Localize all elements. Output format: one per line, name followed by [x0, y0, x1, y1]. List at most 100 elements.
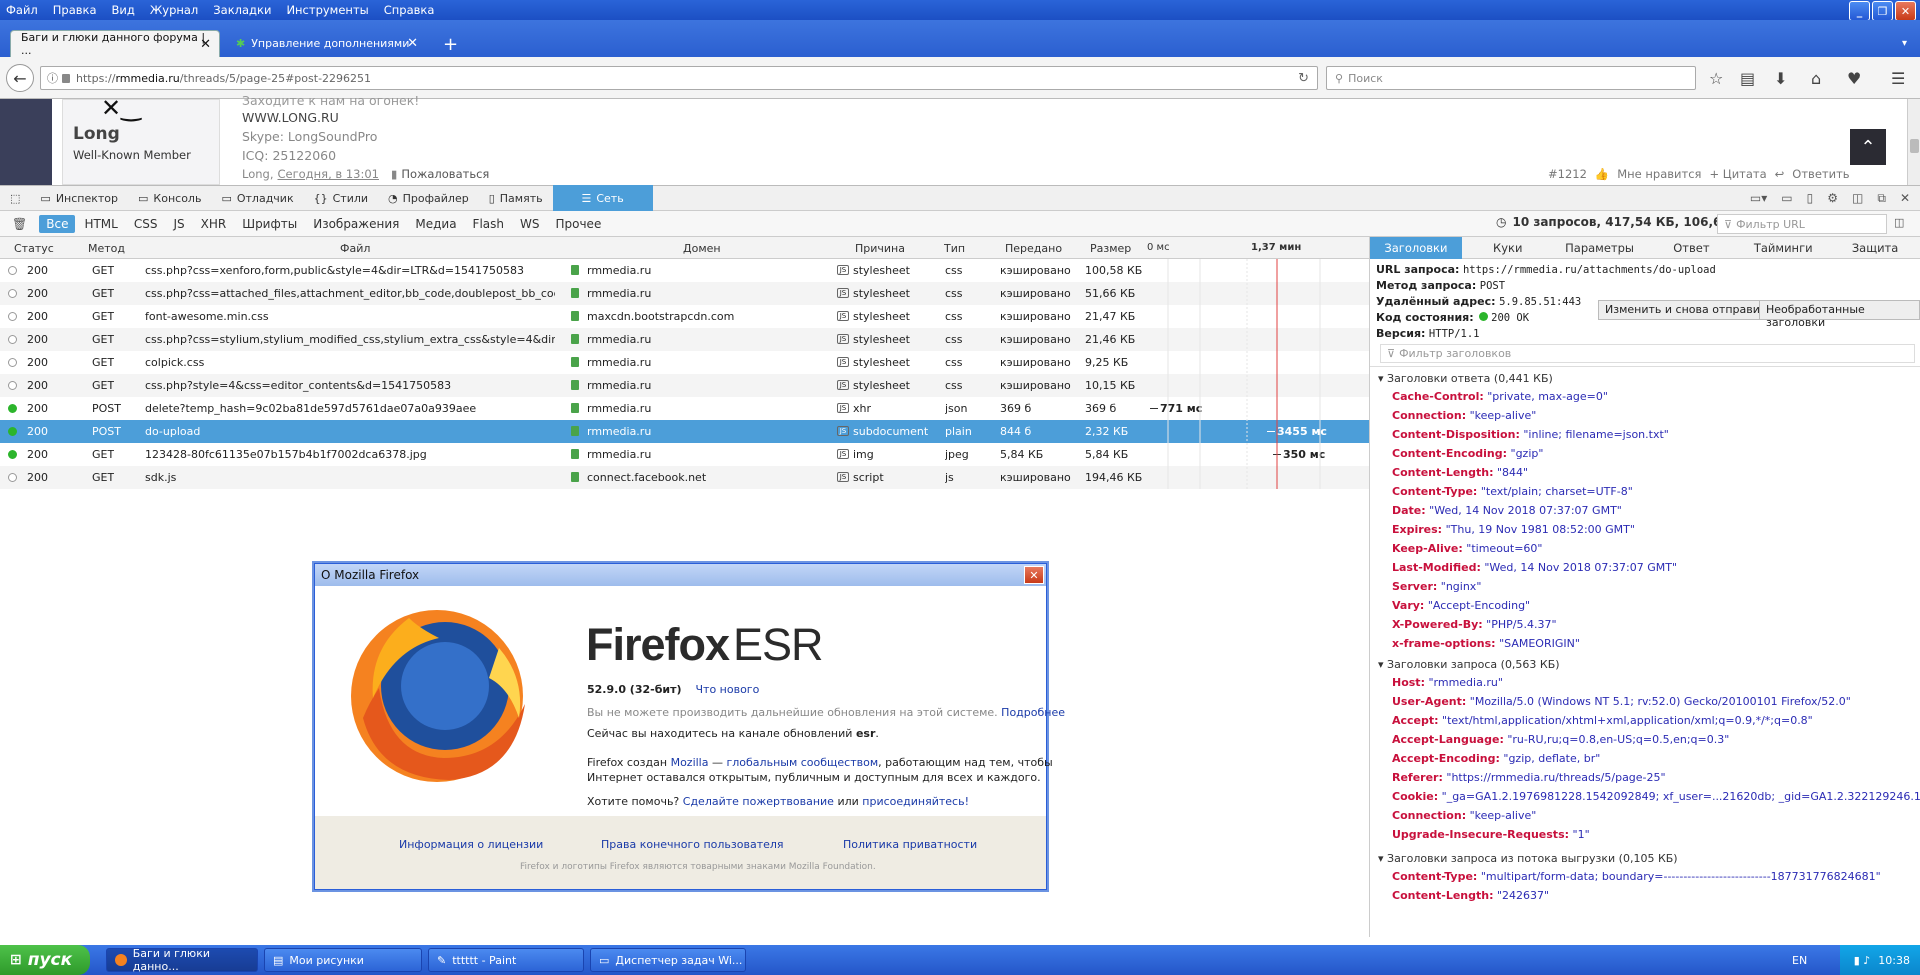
close-tab-icon[interactable]: ✕ — [407, 36, 418, 51]
col-status[interactable]: Статус — [14, 242, 54, 255]
tab-security[interactable]: Защита — [1829, 237, 1920, 259]
new-tab-button[interactable]: + — [443, 34, 458, 55]
header-row[interactable]: x-frame-options: "SAMEORIGIN" — [1392, 637, 1580, 650]
quote-link[interactable]: + Цитата — [1709, 167, 1766, 181]
header-row[interactable]: Server: "nginx" — [1392, 580, 1481, 593]
minimize-button[interactable]: _ — [1849, 1, 1870, 21]
header-row[interactable]: Content-Disposition: "inline; filename=j… — [1392, 428, 1669, 441]
screenshot-icon[interactable]: ▯ — [1807, 191, 1814, 206]
tab-memory[interactable]: ▯ Память — [479, 185, 553, 211]
table-row[interactable]: JS 200 POST do-upload rmmedia.ru subdocument p… — [0, 420, 1369, 443]
home-icon[interactable]: ⌂ — [1811, 69, 1821, 88]
tab-list-chevron-icon[interactable]: ▾ — [1902, 38, 1907, 49]
menu-file[interactable]: Файл — [6, 3, 38, 17]
language-indicator[interactable]: EN — [1792, 954, 1807, 967]
header-row[interactable]: Upgrade-Insecure-Requests: "1" — [1392, 828, 1590, 841]
back-button[interactable]: ← — [6, 64, 34, 92]
filter-css[interactable]: CSS — [127, 215, 165, 233]
menu-history[interactable]: Журнал — [150, 3, 198, 17]
col-transferred[interactable]: Передано — [1005, 242, 1062, 255]
info-icon[interactable]: ⓘ — [47, 70, 58, 86]
header-row[interactable]: Last-Modified: "Wed, 14 Nov 2018 07:37:0… — [1392, 561, 1677, 574]
tab-forum[interactable]: Баги и глюки данного форума | ... ✕ — [10, 30, 220, 57]
header-row[interactable]: Content-Type: "text/plain; charset=UTF-8… — [1392, 485, 1633, 498]
reply-link[interactable]: Ответить — [1792, 167, 1849, 181]
header-row[interactable]: Keep-Alive: "timeout=60" — [1392, 542, 1542, 555]
col-method[interactable]: Метод — [88, 242, 125, 255]
table-row[interactable]: JS 200 GET font-awesome.min.css maxcdn.boots… — [0, 305, 1369, 328]
header-row[interactable]: User-Agent: "Mozilla/5.0 (Windows NT 5.1… — [1392, 695, 1851, 708]
close-devtools-icon[interactable]: ✕ — [1900, 191, 1910, 206]
table-row[interactable]: JS 200 GET css.php?style=4&css=editor_conte… — [0, 374, 1369, 397]
hamburger-menu-icon[interactable]: ☰ — [1891, 69, 1905, 88]
tab-addons[interactable]: ✱ Управление дополнениями ✕ — [226, 30, 426, 57]
tab-network[interactable]: ☰ Сеть — [552, 185, 653, 211]
join-link[interactable]: присоединяйтесь! — [862, 795, 969, 808]
url-bar[interactable]: ⓘ https://rmmedia.ru/threads/5/page-25#p… — [40, 66, 1318, 90]
task-my-pictures[interactable]: ▤ Мои рисунки — [264, 948, 422, 972]
filter-js[interactable]: JS — [166, 215, 191, 233]
task-paint[interactable]: ✎ tttttt - Paint — [428, 948, 584, 972]
scroll-top-button[interactable]: ⌃ — [1850, 129, 1886, 165]
menu-edit[interactable]: Правка — [53, 3, 97, 17]
page-scrollbar[interactable] — [1907, 99, 1920, 185]
like-link[interactable]: Мне нравится — [1617, 167, 1701, 181]
menu-help[interactable]: Справка — [384, 3, 435, 17]
close-tab-icon[interactable]: ✕ — [200, 37, 211, 52]
scrollbar-thumb[interactable] — [1910, 139, 1919, 153]
whats-new-link[interactable]: Что нового — [696, 683, 760, 696]
eula-link[interactable]: Права конечного пользователя — [601, 838, 784, 851]
table-row[interactable]: JS 200 GET css.php?css=stylium,stylium_modi… — [0, 328, 1369, 351]
dock-side-icon[interactable]: ◫ — [1852, 191, 1863, 206]
settings-gear-icon[interactable]: ⚙ — [1827, 191, 1838, 206]
signature-site[interactable]: WWW.LONG.RU — [242, 110, 339, 125]
trash-icon[interactable]: 🗑 — [12, 217, 27, 231]
table-row[interactable]: JS 200 GET css.php?css=xenforo,form,public&… — [0, 259, 1369, 282]
responsive-icon[interactable]: ▭▾ — [1750, 191, 1767, 206]
menu-view[interactable]: Вид — [112, 3, 135, 17]
toggle-sidebar-icon[interactable]: ◫ — [1894, 216, 1904, 229]
table-row[interactable]: JS 200 GET css.php?css=attached_files,attac… — [0, 282, 1369, 305]
task-task-manager[interactable]: ▭ Диспетчер задач Wi... — [590, 948, 746, 972]
col-type[interactable]: Тип — [944, 242, 965, 255]
pocket-icon[interactable]: ♥ — [1847, 69, 1861, 88]
menu-bookmarks[interactable]: Закладки — [213, 3, 271, 17]
start-button[interactable]: ⊞ пуск — [0, 945, 90, 975]
request-headers-section[interactable]: ▾ Заголовки запроса (0,563 КБ) — [1378, 658, 1560, 671]
filter-all[interactable]: Все — [39, 214, 76, 233]
header-row[interactable]: Expires: "Thu, 19 Nov 1981 08:52:00 GMT" — [1392, 523, 1635, 536]
tab-headers[interactable]: Заголовки — [1370, 237, 1462, 259]
mozilla-link[interactable]: Mozilla — [671, 756, 709, 769]
privacy-link[interactable]: Политика приватности — [843, 838, 977, 851]
table-row[interactable]: JS 200 POST delete?temp_hash=9c02ba81de597d… — [0, 397, 1369, 420]
post-time[interactable]: Сегодня, в 13:01 — [278, 167, 379, 181]
filter-other[interactable]: Прочее — [548, 215, 608, 233]
header-row[interactable]: Cache-Control: "private, max-age=0" — [1392, 390, 1608, 403]
header-row[interactable]: Connection: "keep-alive" — [1392, 409, 1536, 422]
header-row[interactable]: Referer: "https://rmmedia.ru/threads/5/p… — [1392, 771, 1666, 784]
headers-filter-input[interactable]: ⊽ Фильтр заголовков — [1380, 344, 1915, 363]
tab-debugger[interactable]: ▭ Отладчик — [211, 185, 303, 211]
table-row[interactable]: JS 200 GET colpick.css rmmedia.ru stylesheet c… — [0, 351, 1369, 374]
col-size[interactable]: Размер — [1090, 242, 1131, 255]
license-link[interactable]: Информация о лицензии — [399, 838, 543, 851]
filter-ws[interactable]: WS — [513, 215, 546, 233]
header-row[interactable]: Accept-Encoding: "gzip, deflate, br" — [1392, 752, 1600, 765]
filter-media[interactable]: Медиа — [408, 215, 463, 233]
header-row[interactable]: Content-Length: "844" — [1392, 466, 1528, 479]
tab-profiler[interactable]: ◔ Профайлер — [378, 185, 479, 211]
tab-response[interactable]: Ответ — [1645, 237, 1737, 259]
more-info-link[interactable]: Подробнее — [1001, 706, 1065, 719]
header-row[interactable]: Accept-Language: "ru-RU,ru;q=0.8,en-US;q… — [1392, 733, 1729, 746]
task-firefox[interactable]: Баги и глюки данно... — [106, 947, 258, 973]
dialog-close-button[interactable]: ✕ — [1024, 566, 1044, 584]
reload-icon[interactable]: ↻ — [1298, 71, 1309, 86]
header-row[interactable]: Vary: "Accept-Encoding" — [1392, 599, 1530, 612]
filter-flash[interactable]: Flash — [466, 215, 511, 233]
username[interactable]: Long — [73, 124, 120, 144]
menu-tools[interactable]: Инструменты — [286, 3, 368, 17]
scratchpad-icon[interactable]: ▭ — [1781, 191, 1792, 206]
tab-timings[interactable]: Тайминги — [1737, 237, 1829, 259]
filter-xhr[interactable]: XHR — [194, 215, 234, 233]
filter-html[interactable]: HTML — [77, 215, 124, 233]
